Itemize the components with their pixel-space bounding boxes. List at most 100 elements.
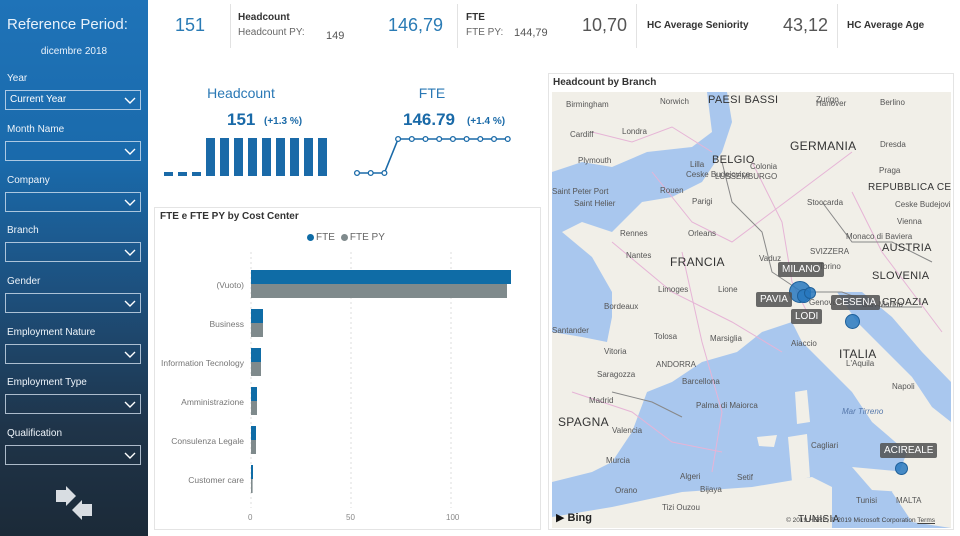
map-place-label: Lione	[718, 285, 738, 294]
headcount-py-value: 149	[326, 30, 345, 42]
map-place-label: Rouen	[660, 186, 684, 195]
headcount-trend-bar	[178, 172, 187, 176]
map-country-label: SLOVENIA	[872, 270, 930, 282]
branch-dropdown[interactable]	[5, 242, 141, 262]
terms-link[interactable]: Terms	[917, 517, 935, 524]
map-place-label: Bijaya	[700, 485, 722, 494]
map-place-label: Dresda	[880, 140, 906, 149]
map-place-label: Norwich	[660, 97, 689, 106]
age-kpi-value: 43,12	[783, 15, 829, 35]
filter-label-branch: Branch	[7, 225, 39, 236]
filter-label-company: Company	[7, 175, 50, 186]
swap-arrows-icon[interactable]	[52, 484, 96, 524]
bar-fte	[251, 426, 256, 440]
map-country-label: REPUBBLICA CECA	[868, 182, 951, 193]
fte-card-title: FTE	[418, 85, 446, 101]
reference-period-title: Reference Period:	[7, 16, 128, 33]
month-name-dropdown[interactable]	[5, 141, 141, 161]
fte-sparkline	[353, 135, 511, 177]
chevron-down-icon	[124, 97, 136, 104]
chevron-down-icon	[124, 401, 136, 408]
x-tick-label: 100	[446, 513, 460, 522]
headcount-by-branch-map: Headcount by Branch PAESI BASSI GERMANIA…	[548, 73, 954, 530]
map-country-label: SPAGNA	[558, 415, 609, 429]
headcount-card-value: 151	[227, 110, 256, 129]
chevron-down-icon	[124, 148, 136, 155]
bar-fte-py	[251, 323, 263, 337]
map-place-label: Vitoria	[604, 347, 627, 356]
reference-period-date: dicembre 2018	[40, 46, 108, 57]
divider	[457, 4, 458, 48]
fte-trend-point	[477, 135, 484, 143]
filter-label-year: Year	[7, 73, 28, 84]
map-place-label: Madrid	[589, 396, 614, 405]
map-country-label: AUSTRIA	[882, 242, 932, 254]
fte-py-value: 144,79	[514, 27, 548, 39]
map-title: Headcount by Branch	[553, 77, 657, 88]
divider	[837, 4, 838, 48]
headcount-card-delta: (+1.3 %)	[264, 116, 303, 127]
headcount-trend-bar	[304, 138, 313, 176]
map-place-label: Setif	[737, 473, 754, 482]
fte-trend-line	[357, 138, 508, 174]
map-place-label: Barcellona	[682, 377, 720, 386]
qualification-dropdown[interactable]	[5, 445, 141, 465]
headcount-trend-bar	[262, 138, 271, 176]
map-place-label: Tunisi	[856, 496, 878, 505]
bing-label: Bing	[567, 512, 592, 524]
branch-bubble-acireale[interactable]	[895, 462, 908, 475]
filter-label-qualification: Qualification	[7, 428, 63, 439]
seniority-kpi-title: HC Average Seniority	[647, 20, 749, 31]
employment-type-dropdown[interactable]	[5, 394, 141, 414]
map-country-label: PAESI BASSI	[708, 94, 779, 106]
map-place-label: Orleans	[688, 229, 717, 238]
map-place-label: Napoli	[892, 382, 915, 391]
gender-dropdown[interactable]	[5, 293, 141, 313]
filter-label-gender: Gender	[7, 276, 41, 287]
bar-fte	[251, 309, 263, 323]
fte-trend-point	[504, 135, 511, 143]
bar-fte-py	[251, 440, 256, 454]
branch-bubble-cesena[interactable]	[845, 314, 860, 329]
fte-trend-point	[490, 135, 498, 143]
year-dropdown-value: Current Year	[10, 94, 67, 105]
map-place-label: Ceske Budejovice	[895, 200, 951, 209]
headcount-trend-bar	[206, 138, 215, 176]
headcount-kpi-title: Headcount	[238, 12, 290, 23]
map-place-label: Aiaccio	[791, 339, 817, 348]
map-place-label: Saragozza	[597, 370, 636, 379]
map-copyright: © 2019 HERE, © 2019 Microsoft Corporatio…	[786, 517, 935, 524]
filter-label-employment-type: Employment Type	[7, 377, 87, 388]
chevron-down-icon	[124, 452, 136, 459]
map-place-label: Bordeaux	[604, 302, 639, 311]
map-place-label: MALTA	[896, 496, 922, 505]
fte-kpi-value: 146,79	[388, 15, 444, 35]
map-canvas[interactable]: PAESI BASSI GERMANIA BELGIO REPUBBLICA C…	[552, 92, 951, 528]
map-place-label: Saint Peter Port	[552, 187, 609, 196]
map-place-label: LUSSEMBURGO	[715, 172, 778, 181]
map-country-label: BELGIO	[712, 154, 755, 166]
x-tick-label: 0	[248, 513, 253, 522]
map-place-label: Santander	[552, 326, 589, 335]
headcount-trend-bar	[164, 172, 173, 176]
employment-nature-dropdown[interactable]	[5, 344, 141, 364]
map-country-label: GERMANIA	[790, 139, 857, 153]
fte-trend-point	[367, 169, 374, 177]
headcount-trend-bar	[192, 172, 201, 176]
branch-bubble-lodi[interactable]	[804, 287, 816, 299]
bar-fte-py	[251, 362, 261, 376]
branch-label-pavia: PAVIA	[756, 292, 792, 307]
chevron-down-icon	[124, 300, 136, 307]
year-dropdown[interactable]: Current Year	[5, 90, 141, 110]
map-place-label: Plymouth	[578, 156, 612, 165]
map-place-label: Stoccarda	[807, 198, 844, 207]
category-label: Customer care	[188, 475, 244, 485]
bar-fte	[251, 348, 261, 362]
company-dropdown[interactable]	[5, 192, 141, 212]
category-label: (Vuoto)	[216, 280, 244, 290]
map-place-label: Marsiglia	[710, 334, 743, 343]
map-place-label: Colonia	[750, 162, 778, 171]
map-sea-label: Mar Tirreno	[842, 407, 884, 416]
headcount-card-title: Headcount	[207, 85, 275, 101]
branch-label-lodi: LODI	[791, 309, 823, 324]
